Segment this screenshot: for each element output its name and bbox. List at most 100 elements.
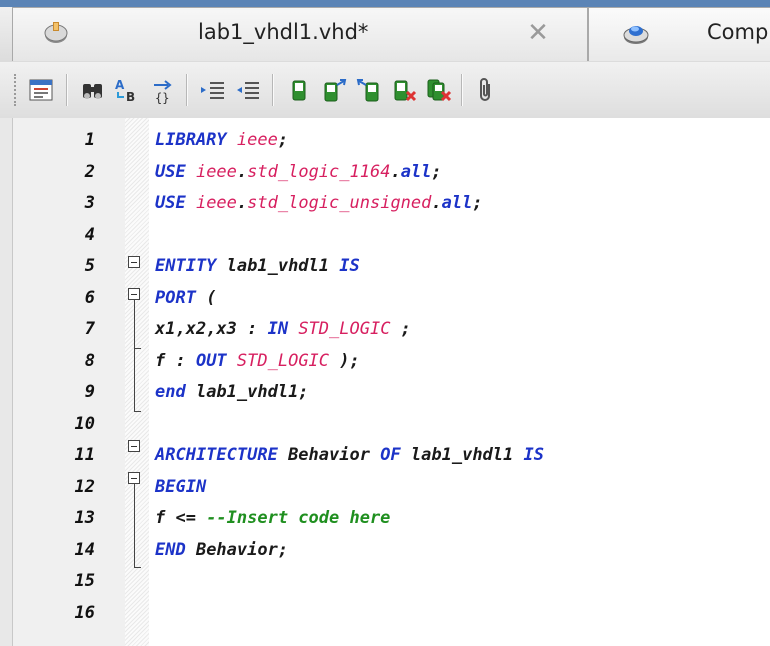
line-number: 4 xyxy=(84,224,95,245)
code-line[interactable]: x1,x2,x3 : IN STD_LOGIC ; xyxy=(155,313,411,345)
editor-toolbar: A B {} xyxy=(0,62,770,119)
line-number: 7 xyxy=(84,319,95,339)
tab-title: Comp xyxy=(707,20,769,44)
code-line[interactable]: PORT ( xyxy=(155,282,216,314)
tab-title: lab1_vhdl1.vhd* xyxy=(198,20,369,44)
svg-text:A: A xyxy=(115,78,125,92)
close-icon[interactable]: ✕ xyxy=(526,20,550,46)
svg-text:{}: {} xyxy=(155,91,169,105)
line-number: 2 xyxy=(84,161,95,182)
code-token: all xyxy=(400,161,432,182)
find-replace-icon[interactable]: A B xyxy=(112,75,142,105)
code-token: OF xyxy=(380,445,411,465)
code-token: f <= xyxy=(155,508,207,528)
clear-bookmarks-icon[interactable] xyxy=(424,75,454,105)
code-line[interactable]: LIBRARY ieee; xyxy=(155,124,288,156)
tab-bar: lab1_vhdl1.vhd* ✕ Comp xyxy=(0,0,770,63)
code-token: OUT xyxy=(195,350,237,371)
line-number: 10 xyxy=(74,413,95,434)
line-number: 9 xyxy=(84,382,95,402)
previous-bookmark-icon[interactable] xyxy=(354,75,384,105)
code-token: x1,x2,x3 : xyxy=(155,319,268,339)
code-token: end xyxy=(155,382,196,402)
decrease-indent-icon[interactable] xyxy=(233,75,263,105)
fold-toggle-entity[interactable] xyxy=(128,256,140,268)
line-number: 8 xyxy=(84,350,95,371)
code-line[interactable]: end lab1_vhdl1; xyxy=(155,376,309,408)
code-token: lab1_vhdl1 xyxy=(410,445,524,465)
code-token: ENTITY xyxy=(155,256,227,276)
vhdl-file-icon xyxy=(44,22,68,43)
code-token: ; xyxy=(277,130,289,150)
toolbar-separator xyxy=(272,74,273,106)
line-number: 15 xyxy=(74,571,95,591)
code-line[interactable]: f : OUT STD_LOGIC ); xyxy=(155,345,360,377)
code-token: LIBRARY xyxy=(155,130,237,150)
insert-template-icon[interactable]: {} xyxy=(148,75,178,105)
code-token: ARCHITECTURE xyxy=(155,445,289,465)
code-token: --Insert code here xyxy=(206,508,391,528)
code-token: PORT xyxy=(155,287,207,308)
line-number: 5 xyxy=(84,256,95,276)
toolbar-separator xyxy=(461,74,462,106)
toolbar-grip[interactable] xyxy=(14,74,20,106)
tab-compilation[interactable]: Comp xyxy=(588,7,770,61)
code-token: ; xyxy=(390,319,411,339)
code-line[interactable]: ENTITY lab1_vhdl1 IS xyxy=(155,250,360,282)
line-number: 6 xyxy=(84,287,95,308)
code-token: ieee xyxy=(236,130,278,150)
editor-left-border xyxy=(0,118,13,646)
code-token: std_logic_1164 xyxy=(247,161,391,182)
fold-guide-end xyxy=(134,411,141,412)
code-line[interactable]: BEGIN xyxy=(155,471,206,503)
line-number: 3 xyxy=(84,193,95,213)
line-number: 16 xyxy=(74,602,95,623)
code-token: STD_LOGIC xyxy=(236,350,330,371)
line-number: 1 xyxy=(84,130,95,150)
toolbar-separator xyxy=(66,74,67,106)
fold-guide-architecture xyxy=(134,484,135,568)
fold-guide-tick xyxy=(134,348,141,349)
code-token: BEGIN xyxy=(155,476,207,497)
toolbar-separator xyxy=(186,74,187,106)
code-token: ; xyxy=(431,161,442,182)
code-token: . xyxy=(236,161,248,182)
increase-indent-icon[interactable] xyxy=(198,75,228,105)
fold-toggle-architecture[interactable] xyxy=(128,440,140,452)
attach-icon[interactable] xyxy=(471,75,501,105)
code-token: ieee xyxy=(195,161,237,182)
fold-toggle-port[interactable] xyxy=(128,288,140,300)
code-token: . xyxy=(390,161,401,182)
code-token: Behavior; xyxy=(195,539,289,560)
code-token: IS xyxy=(523,445,544,465)
code-token: END xyxy=(155,539,196,560)
fold-toggle-begin[interactable] xyxy=(128,472,140,484)
line-number: 14 xyxy=(74,539,95,560)
line-number: 13 xyxy=(74,508,95,528)
line-number: 12 xyxy=(74,476,95,497)
code-line[interactable]: USE ieee.std_logic_1164.all; xyxy=(155,156,442,188)
code-line[interactable]: END Behavior; xyxy=(155,534,288,566)
code-token: IN xyxy=(267,319,299,339)
code-line[interactable]: ARCHITECTURE Behavior OF lab1_vhdl1 IS xyxy=(155,439,544,471)
tab-lab1-vhdl1[interactable]: lab1_vhdl1.vhd* ✕ xyxy=(12,7,588,61)
code-token: USE xyxy=(155,161,196,182)
code-token: IS xyxy=(339,256,360,276)
code-token: USE xyxy=(155,193,196,213)
open-file-icon[interactable] xyxy=(26,75,56,105)
line-number: 11 xyxy=(74,445,95,465)
code-line[interactable]: USE ieee.std_logic_unsigned.all; xyxy=(155,187,483,219)
code-line[interactable]: f <= --Insert code here xyxy=(155,502,390,534)
code-token: ); xyxy=(329,350,360,371)
find-icon[interactable] xyxy=(78,75,108,105)
delete-bookmark-icon[interactable] xyxy=(389,75,419,105)
code-token: Behavior xyxy=(288,445,381,465)
code-token: . xyxy=(236,193,248,213)
next-bookmark-icon[interactable] xyxy=(319,75,349,105)
fold-guide-end xyxy=(134,567,141,568)
bookmark-icon[interactable] xyxy=(284,75,314,105)
code-token: std_logic_unsigned xyxy=(247,193,432,213)
tab-bar-accent xyxy=(0,0,770,7)
code-token: ; xyxy=(472,193,483,213)
fold-guide-entity xyxy=(134,300,135,412)
